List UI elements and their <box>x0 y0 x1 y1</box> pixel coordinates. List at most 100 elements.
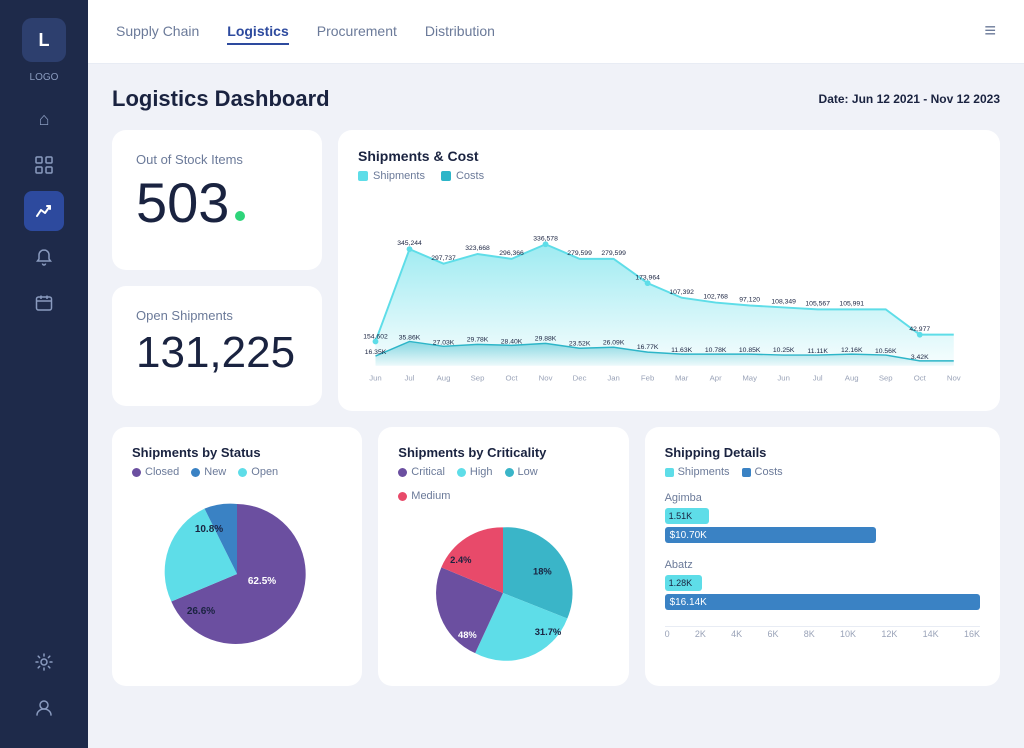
svg-text:May: May <box>742 373 757 382</box>
shipments-by-status-card: Shipments by Status Closed New Open <box>112 427 362 686</box>
svg-text:Mar: Mar <box>675 373 689 382</box>
shipments-by-criticality-chart: 18% 31.7% 48% 2.4% <box>398 510 608 668</box>
svg-text:105,567: 105,567 <box>805 300 830 307</box>
svg-text:Jun: Jun <box>777 373 790 382</box>
svg-text:97,120: 97,120 <box>739 297 760 304</box>
svg-text:Oct: Oct <box>914 373 927 382</box>
legend-new: New <box>191 466 226 478</box>
svg-text:11.11K: 11.11K <box>807 348 828 355</box>
bar-agimba-costs: $10.70K <box>665 527 876 543</box>
svg-text:48%: 48% <box>458 630 477 640</box>
shipping-bar-chart: Agimba 1.51K $10.70K <box>665 486 980 639</box>
nav-procurement[interactable]: Procurement <box>317 19 397 45</box>
nav-supply-chain[interactable]: Supply Chain <box>116 19 199 45</box>
svg-text:296,366: 296,366 <box>499 250 524 257</box>
out-of-stock-indicator <box>235 211 245 221</box>
svg-text:42,977: 42,977 <box>909 326 930 333</box>
bar-row-abatz-shipments: 1.28K <box>665 575 980 591</box>
legend-new-dot <box>191 468 200 477</box>
out-of-stock-value-row: 503 <box>136 175 298 231</box>
nav-logistics[interactable]: Logistics <box>227 19 288 45</box>
bar-abatz-costs: $16.14K <box>665 594 980 610</box>
shipping-legend-shipments-dot <box>665 468 674 477</box>
svg-text:Sep: Sep <box>879 373 893 382</box>
legend-medium: Medium <box>398 490 608 502</box>
bar-group-abatz: Abatz 1.28K $16.14K <box>665 559 980 610</box>
legend-medium-dot <box>398 492 407 501</box>
sidebar-calendar[interactable] <box>24 283 64 323</box>
sidebar: L LOGO ⌂ <box>0 0 88 748</box>
legend-high-dot <box>457 468 466 477</box>
shipping-details-card: Shipping Details Shipments Costs Agimba <box>645 427 1000 686</box>
svg-text:Jul: Jul <box>813 373 823 382</box>
svg-text:35.86K: 35.86K <box>399 335 421 342</box>
svg-text:323,668: 323,668 <box>465 245 490 252</box>
sidebar-chart[interactable] <box>24 191 64 231</box>
bar-label-agimba: Agimba <box>665 492 980 504</box>
legend-high: High <box>457 466 493 478</box>
svg-text:26.6%: 26.6% <box>187 606 215 617</box>
svg-text:23.52K: 23.52K <box>569 340 591 347</box>
svg-text:Jul: Jul <box>405 373 415 382</box>
svg-text:Dec: Dec <box>573 373 587 382</box>
sidebar-bottom <box>24 642 64 728</box>
nav-distribution[interactable]: Distribution <box>425 19 495 45</box>
sidebar-home[interactable]: ⌂ <box>24 99 64 139</box>
svg-text:31.7%: 31.7% <box>535 627 562 637</box>
out-of-stock-value: 503 <box>136 175 229 231</box>
shipments-cost-title: Shipments & Cost <box>358 148 980 164</box>
shipping-legend-costs: Costs <box>742 466 783 478</box>
svg-text:29.88K: 29.88K <box>535 335 557 342</box>
svg-text:Feb: Feb <box>641 373 654 382</box>
shipments-by-status-legend: Closed New Open <box>132 466 342 478</box>
sidebar-user[interactable] <box>24 688 64 728</box>
svg-text:28.40K: 28.40K <box>501 338 523 345</box>
svg-text:Nov: Nov <box>947 373 961 382</box>
svg-text:10.25K: 10.25K <box>773 347 795 354</box>
bar-row-agimba-shipments: 1.51K <box>665 508 980 524</box>
svg-text:108,349: 108,349 <box>771 299 796 306</box>
sidebar-settings[interactable] <box>24 642 64 682</box>
svg-text:16.35K: 16.35K <box>365 349 387 356</box>
shipping-legend-shipments: Shipments <box>665 466 730 478</box>
logo-icon[interactable]: L <box>22 18 66 62</box>
bar-axis: 0 2K 4K 6K 8K 10K 12K 14K 16K <box>665 626 980 639</box>
shipments-by-criticality-title: Shipments by Criticality <box>398 445 608 460</box>
topnav: Supply Chain Logistics Procurement Distr… <box>88 0 1024 64</box>
svg-text:Apr: Apr <box>710 373 722 382</box>
svg-text:18%: 18% <box>533 566 552 576</box>
shipping-details-title: Shipping Details <box>665 445 980 460</box>
open-shipments-value: 131,225 <box>136 331 295 375</box>
svg-text:2.4%: 2.4% <box>451 555 473 565</box>
legend-low: Low <box>505 466 538 478</box>
bar-row-agimba-costs: $10.70K <box>665 527 980 543</box>
bottom-row: Shipments by Status Closed New Open <box>112 427 1000 686</box>
svg-text:10.56K: 10.56K <box>875 348 897 355</box>
svg-text:Jun: Jun <box>369 373 382 382</box>
svg-text:336,578: 336,578 <box>533 235 558 242</box>
sidebar-bell[interactable] <box>24 237 64 277</box>
svg-text:62.5%: 62.5% <box>248 576 276 587</box>
main-content: Supply Chain Logistics Procurement Distr… <box>88 0 1024 748</box>
svg-text:12.16K: 12.16K <box>841 347 863 354</box>
bar-label-abatz: Abatz <box>665 559 980 571</box>
menu-button[interactable]: ≡ <box>984 20 996 43</box>
shipping-legend-costs-dot <box>742 468 751 477</box>
svg-text:Jan: Jan <box>607 373 620 382</box>
bar-abatz-costs-label: $16.14K <box>665 597 707 608</box>
shipments-cost-card: Shipments & Cost Shipments Costs <box>338 130 1000 411</box>
shipping-details-legend: Shipments Costs <box>665 466 980 478</box>
svg-text:173,964: 173,964 <box>635 274 660 281</box>
logo-label: LOGO <box>30 72 59 83</box>
svg-text:105,991: 105,991 <box>839 300 864 307</box>
shipments-by-status-chart: 62.5% 26.6% 10.8% <box>132 486 342 654</box>
bar-abatz-shipments: 1.28K <box>665 575 703 591</box>
dashboard-header: Logistics Dashboard Date: Jun 12 2021 - … <box>112 86 1000 112</box>
svg-text:16.77K: 16.77K <box>637 344 659 351</box>
svg-text:Nov: Nov <box>539 373 553 382</box>
svg-text:26.09K: 26.09K <box>603 339 625 346</box>
legend-closed: Closed <box>132 466 179 478</box>
open-shipments-value-row: 131,225 <box>136 331 298 375</box>
svg-text:11.63K: 11.63K <box>671 347 693 354</box>
sidebar-grid[interactable] <box>24 145 64 185</box>
